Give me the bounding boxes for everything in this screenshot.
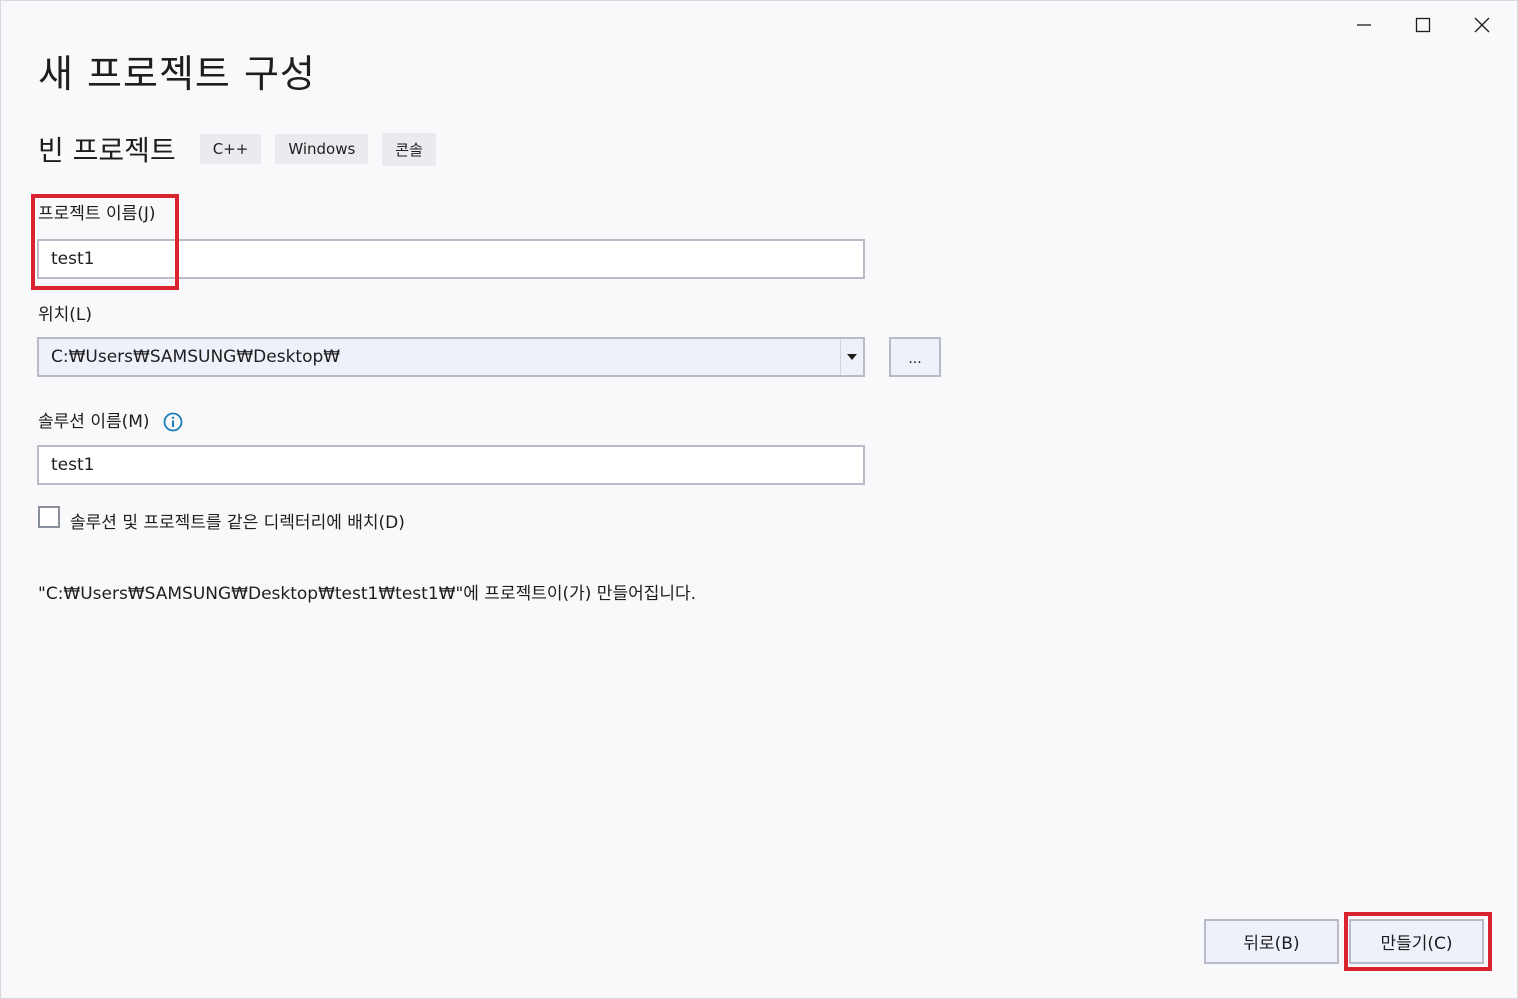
browse-button[interactable]: ... (889, 337, 941, 377)
solution-name-input[interactable]: test1 (37, 445, 865, 485)
maximize-button[interactable] (1393, 9, 1452, 41)
location-label: 위치(L) (38, 305, 93, 325)
tag-project-type: 콘솔 (382, 132, 436, 166)
project-name-value: test1 (51, 249, 95, 269)
window-controls (1334, 9, 1511, 41)
info-icon[interactable] (163, 412, 183, 432)
same-directory-label[interactable]: 솔루션 및 프로젝트를 같은 디렉터리에 배치(D) (70, 508, 405, 533)
close-icon (1474, 17, 1489, 33)
template-info: 빈 프로젝트 C++ Windows 콘솔 (38, 129, 450, 169)
dropdown-arrow-icon[interactable] (840, 339, 863, 375)
same-directory-checkbox[interactable] (38, 506, 60, 528)
page-title: 새 프로젝트 구성 (38, 52, 316, 96)
solution-name-label-row: 솔루션 이름(M) (38, 407, 183, 432)
project-name-input[interactable]: test1 (37, 239, 865, 279)
maximize-icon (1415, 17, 1430, 33)
back-button[interactable]: 뒤로(B) (1204, 919, 1339, 964)
solution-name-value: test1 (51, 455, 95, 475)
solution-name-label: 솔루션 이름(M) (38, 412, 150, 432)
tag-platform: Windows (275, 134, 369, 164)
project-name-label: 프로젝트 이름(J) (38, 204, 156, 224)
template-name: 빈 프로젝트 (38, 134, 176, 167)
result-path-message: "C:₩Users₩SAMSUNG₩Desktop₩test1₩test1₩"에… (38, 584, 697, 604)
close-button[interactable] (1452, 9, 1511, 41)
tag-language: C++ (199, 134, 262, 164)
location-combobox[interactable]: C:₩Users₩SAMSUNG₩Desktop₩ (37, 337, 865, 377)
create-button[interactable]: 만들기(C) (1349, 919, 1484, 964)
minimize-button[interactable] (1334, 9, 1393, 41)
minimize-icon (1356, 24, 1371, 26)
location-value: C:₩Users₩SAMSUNG₩Desktop₩ (51, 347, 341, 367)
configure-project-dialog: 새 프로젝트 구성 빈 프로젝트 C++ Windows 콘솔 프로젝트 이름(… (0, 0, 1518, 999)
